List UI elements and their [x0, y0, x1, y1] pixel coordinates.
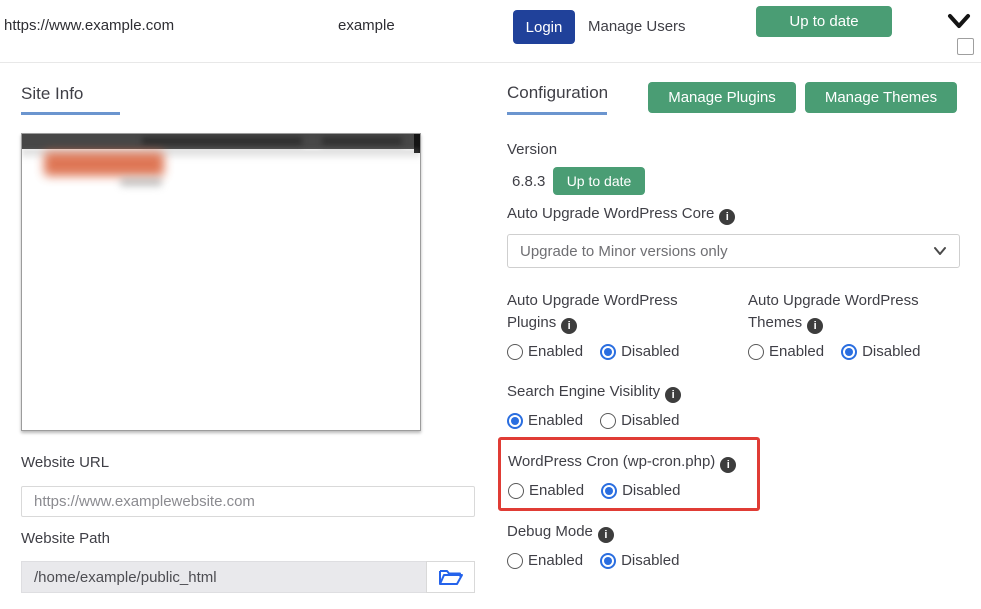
- setting-auto-upgrade-themes: Auto Upgrade WordPress Themes Enabled Di…: [748, 290, 948, 360]
- info-icon[interactable]: [598, 527, 614, 543]
- manage-themes-button[interactable]: Manage Themes: [805, 82, 957, 113]
- folder-open-icon: [438, 567, 464, 587]
- radio-disabled[interactable]: Disabled: [601, 482, 680, 499]
- radio-label: Disabled: [622, 482, 680, 499]
- radio-label: Enabled: [769, 343, 824, 360]
- site-info-underline: [21, 112, 120, 115]
- setting-auto-upgrade-plugins: Auto Upgrade WordPress Plugins Enabled D…: [507, 290, 707, 360]
- radio-label: Disabled: [621, 412, 679, 429]
- thumbnail-blurred-logo: [44, 152, 164, 176]
- radio-enabled[interactable]: Enabled: [508, 482, 584, 499]
- radio-icon: [507, 344, 523, 360]
- version-number: 6.8.3: [512, 173, 545, 190]
- radio-icon: [748, 344, 764, 360]
- website-path-label: Website Path: [21, 530, 110, 547]
- header-divider: [0, 62, 981, 63]
- manage-users-link[interactable]: Manage Users: [588, 18, 686, 35]
- setting-label-text: WordPress Cron (wp-cron.php): [508, 453, 715, 470]
- login-button[interactable]: Login: [513, 10, 575, 44]
- info-icon[interactable]: [561, 318, 577, 334]
- info-icon[interactable]: [807, 318, 823, 334]
- website-url-label: Website URL: [21, 454, 109, 471]
- radio-icon: [507, 413, 523, 429]
- version-label: Version: [507, 141, 557, 158]
- radio-label: Disabled: [621, 343, 679, 360]
- auto-upgrade-core-label: Auto Upgrade WordPress Core: [507, 203, 735, 225]
- website-path-input[interactable]: /home/example/public_html: [21, 561, 426, 593]
- setting-label-text: Debug Mode: [507, 523, 593, 540]
- radio-label: Enabled: [528, 552, 583, 569]
- open-folder-button[interactable]: [426, 561, 475, 593]
- radio-icon: [841, 344, 857, 360]
- radio-icon: [508, 483, 524, 499]
- radio-label: Enabled: [528, 412, 583, 429]
- auto-upgrade-core-text: Auto Upgrade WordPress Core: [507, 205, 714, 222]
- setting-label-text: Auto Upgrade WordPress Plugins: [507, 292, 678, 331]
- select-chevron-icon: [933, 246, 947, 256]
- site-name-text: example: [338, 17, 395, 34]
- radio-label: Enabled: [528, 343, 583, 360]
- setting-label-text: Search Engine Visiblity: [507, 383, 660, 400]
- row-select-checkbox[interactable]: [957, 38, 974, 55]
- radio-icon: [601, 483, 617, 499]
- radio-disabled[interactable]: Disabled: [600, 552, 679, 569]
- website-path-group: /home/example/public_html: [21, 561, 475, 593]
- radio-icon: [600, 553, 616, 569]
- radio-label: Enabled: [529, 482, 584, 499]
- info-icon[interactable]: [719, 209, 735, 225]
- thumbnail-blur-detail: [142, 137, 302, 145]
- thumbnail-blurred-tagline: [120, 178, 162, 186]
- setting-search-engine-visibility: Search Engine Visiblity Enabled Disabled: [507, 381, 696, 429]
- version-status-badge: Up to date: [553, 167, 645, 195]
- radio-icon: [600, 344, 616, 360]
- radio-label: Disabled: [862, 343, 920, 360]
- site-info-title: Site Info: [21, 84, 83, 104]
- chevron-down-icon[interactable]: [946, 11, 972, 31]
- thumbnail-blur-detail: [322, 137, 402, 145]
- radio-enabled[interactable]: Enabled: [507, 412, 583, 429]
- selected-option-text: Upgrade to Minor versions only: [520, 243, 728, 260]
- radio-icon: [600, 413, 616, 429]
- setting-label-text: Auto Upgrade WordPress Themes: [748, 292, 919, 331]
- setting-wordpress-cron: WordPress Cron (wp-cron.php) Enabled Dis…: [508, 451, 736, 499]
- radio-icon: [507, 553, 523, 569]
- radio-enabled[interactable]: Enabled: [748, 343, 824, 360]
- info-icon[interactable]: [665, 387, 681, 403]
- update-status-badge: Up to date: [756, 6, 892, 37]
- radio-enabled[interactable]: Enabled: [507, 552, 583, 569]
- info-icon[interactable]: [720, 457, 736, 473]
- manage-plugins-button[interactable]: Manage Plugins: [648, 82, 796, 113]
- website-url-input[interactable]: [21, 486, 475, 517]
- site-preview-thumbnail: [21, 133, 421, 431]
- thumbnail-browser-bar: [22, 134, 420, 149]
- site-url-text: https://www.example.com: [4, 17, 174, 34]
- configuration-title: Configuration: [507, 83, 608, 103]
- setting-debug-mode: Debug Mode Enabled Disabled: [507, 521, 696, 569]
- auto-upgrade-core-select[interactable]: Upgrade to Minor versions only: [507, 234, 960, 268]
- radio-disabled[interactable]: Disabled: [600, 343, 679, 360]
- radio-enabled[interactable]: Enabled: [507, 343, 583, 360]
- radio-disabled[interactable]: Disabled: [600, 412, 679, 429]
- configuration-underline: [507, 112, 607, 115]
- radio-disabled[interactable]: Disabled: [841, 343, 920, 360]
- radio-label: Disabled: [621, 552, 679, 569]
